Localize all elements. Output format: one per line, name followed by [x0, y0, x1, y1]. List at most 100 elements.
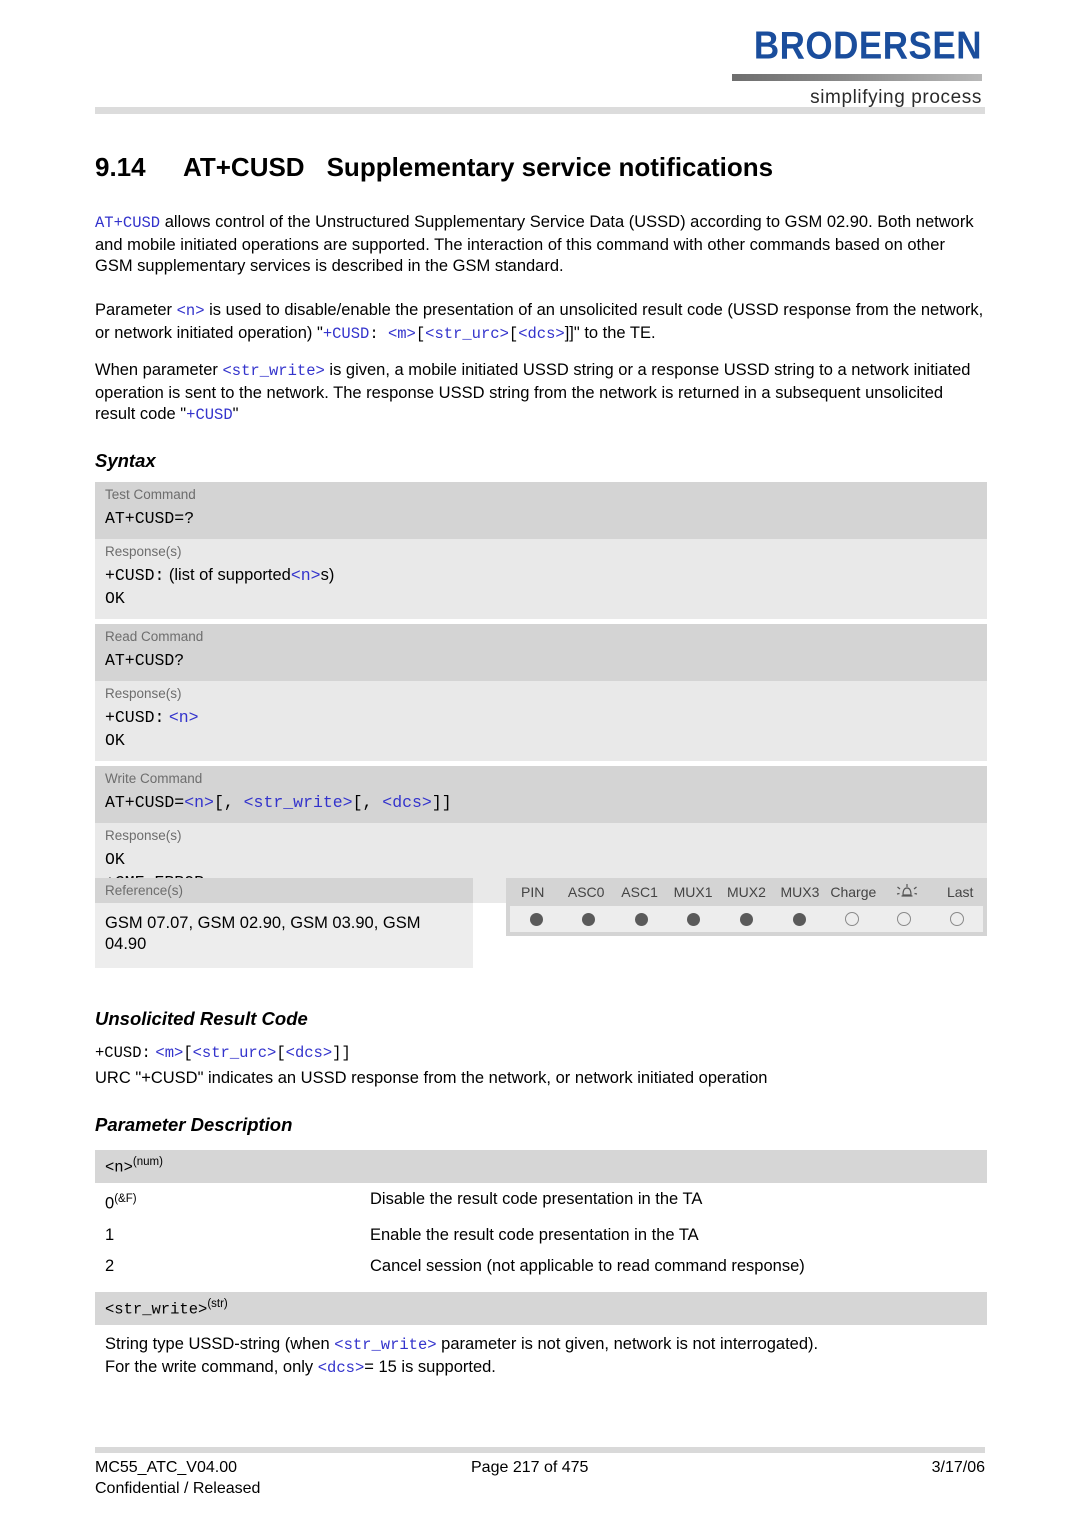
write-code-prefix: AT+CUSD=	[105, 793, 185, 812]
p2-dcs-code: <dcs>	[518, 324, 565, 343]
footer-line-2: Confidential / Released	[95, 1478, 985, 1499]
test-response-band: Response(s) +CUSD: (list of supported<n>…	[95, 539, 987, 619]
param-strwrite-type: (str)	[207, 1298, 228, 1310]
param-n-sup-0: (&F)	[114, 1193, 137, 1206]
dot-filled-icon	[634, 912, 648, 926]
write-code-bracket-1: [,	[213, 793, 244, 812]
test-resp-tail: s)	[320, 566, 335, 584]
param-n-type: (num)	[132, 1156, 163, 1168]
write-code-bracket-2: [,	[352, 793, 383, 812]
param-n-desc-2: Cancel session (not applicable to read c…	[370, 1256, 805, 1275]
capability-value-asc1	[615, 912, 668, 926]
p3-strwrite-code: <str_write>	[222, 362, 325, 380]
urc-cusd: +CUSD:	[95, 1044, 151, 1062]
capability-value-pin	[510, 912, 563, 926]
p2-m-code: <m>	[387, 324, 416, 343]
section-number: 9.14	[95, 152, 146, 182]
dot-hollow-icon	[844, 912, 859, 926]
read-resp-cusd: +CUSD:	[105, 708, 165, 727]
urc-m: <m>	[155, 1044, 184, 1062]
syntax-block-read: Read Command AT+CUSD? Response(s) +CUSD:…	[95, 624, 987, 761]
capability-col-asc0: ASC0	[567, 884, 605, 900]
p3-cusd-code: +CUSD	[186, 406, 233, 424]
param-strwrite-header: <str_write>(str)	[95, 1292, 987, 1326]
dot-filled-icon	[792, 912, 806, 926]
urc-dcs: <dcs>	[285, 1044, 333, 1062]
param-strwrite-description: String type USSD-string (when <str_write…	[95, 1325, 987, 1379]
strwrite-tail: parameter is not given, network is not i…	[436, 1335, 819, 1354]
strwrite-dcs-code: <dcs>	[317, 1358, 365, 1377]
strwrite-lead: String type USSD-string (when	[105, 1335, 335, 1354]
write-command-band: Write Command AT+CUSD=<n>[, <str_write>[…	[95, 766, 987, 823]
reference-value-box: GSM 07.07, GSM 02.90, GSM 03.90, GSM 04.…	[95, 903, 473, 968]
capability-value-mux3	[773, 912, 826, 926]
write-code-n: <n>	[184, 793, 214, 812]
test-response-code: +CUSD: (list of supported<n>s) OK	[95, 561, 987, 619]
write-code-strwrite: <str_write>	[243, 793, 353, 812]
p2-tail: ]]" to the TE.	[564, 323, 656, 342]
p2-colon: :	[369, 324, 388, 343]
param-strwrite-name: <str_write>	[105, 1300, 208, 1319]
read-resp-ok: OK	[105, 731, 125, 750]
test-resp-ok: OK	[105, 589, 125, 608]
p2-lead: Parameter	[95, 301, 177, 319]
param-strwrite-line-2: For the write command, only <dcs>= 15 is…	[105, 1357, 977, 1380]
capability-col-alarm	[880, 882, 933, 902]
page-header: BRODERSEN simplifying process	[0, 0, 1080, 120]
footer-date: 3/17/06	[931, 1459, 985, 1476]
urc-strurc: <str_urc>	[192, 1044, 277, 1062]
strwrite-code: <str_write>	[334, 1336, 437, 1355]
page-footer: MC55_ATC_V04.00 Page 217 of 475 3/17/06 …	[95, 1457, 985, 1499]
p3-lead: When parameter	[95, 361, 223, 379]
intro-paragraph-1: AT+CUSD allows control of the Unstructur…	[95, 212, 987, 278]
dot-filled-icon	[740, 912, 754, 926]
read-response-code: +CUSD: <n> OK	[95, 703, 987, 761]
capability-col-charge: Charge	[830, 884, 877, 900]
urc-bracket-1: [	[183, 1044, 193, 1062]
dot-filled-icon	[582, 912, 596, 926]
footer-page-number: Page 217 of 475	[471, 1459, 589, 1476]
param-n-key-0: 0(&F)	[105, 1188, 370, 1215]
test-resp-cusd: +CUSD:	[105, 566, 165, 585]
capability-col-mux2: MUX2	[727, 884, 766, 900]
p3-tail: "	[232, 405, 239, 423]
logo-gradient-bar	[732, 74, 982, 81]
test-resp-text: (list of supported	[168, 566, 291, 584]
alarm-icon	[896, 882, 918, 902]
param-n-value-2: 2	[105, 1256, 115, 1275]
syntax-table: Test Command AT+CUSD=? Response(s) +CUSD…	[95, 482, 987, 908]
section-heading-syntax: Syntax	[95, 450, 156, 471]
write-command-code: AT+CUSD=<n>[, <str_write>[, <dcs>]]	[95, 788, 987, 823]
param-n-desc-1: Enable the result code presentation in t…	[370, 1225, 699, 1244]
footer-confidential: Confidential / Released	[95, 1480, 261, 1497]
capability-col-mux3: MUX3	[780, 884, 820, 900]
param-n-rows: 0(&F) Disable the result code presentati…	[95, 1183, 987, 1281]
urc-description: URC "+CUSD" indicates an USSD response f…	[95, 1069, 768, 1087]
param-n-desc-0: Disable the result code presentation in …	[370, 1190, 703, 1209]
param-table-strwrite: <str_write>(str) String type USSD-string…	[95, 1292, 987, 1379]
param-n-key-1: 1	[105, 1224, 370, 1246]
read-command-code-text: AT+CUSD?	[105, 651, 185, 670]
section-heading-urc: Unsolicited Result Code	[95, 1008, 308, 1029]
param-row: 2 Cancel session (not applicable to read…	[95, 1250, 987, 1281]
capability-value-last	[931, 912, 984, 926]
header-divider	[95, 107, 985, 114]
intro-paragraph-2: Parameter <n> is used to disable/enable …	[95, 301, 984, 343]
test-command-label: Test Command	[105, 487, 196, 502]
logo-tagline: simplifying process	[810, 87, 982, 108]
param-n-key-2: 2	[105, 1255, 370, 1277]
capability-value-row	[510, 906, 983, 932]
test-command-code: AT+CUSD=?	[95, 504, 987, 539]
test-response-label: Response(s)	[105, 544, 182, 559]
p2-cusd-code: +CUSD	[322, 324, 370, 343]
intro-paragraph-3: When parameter <str_write> is given, a m…	[95, 360, 987, 427]
intro-command-code: AT+CUSD	[95, 214, 161, 232]
strwrite-line2-lead: For the write command, only	[105, 1357, 318, 1376]
capability-value-charge	[825, 912, 878, 926]
reference-box: Reference(s) GSM 07.07, GSM 02.90, GSM 0…	[95, 878, 473, 968]
title-text: Supplementary service notifications	[326, 152, 774, 182]
param-n-value-0: 0	[105, 1194, 115, 1213]
section-heading-param-description: Parameter Description	[95, 1114, 293, 1135]
dot-filled-icon	[529, 912, 543, 926]
test-command-band: Test Command AT+CUSD=?	[95, 482, 987, 539]
